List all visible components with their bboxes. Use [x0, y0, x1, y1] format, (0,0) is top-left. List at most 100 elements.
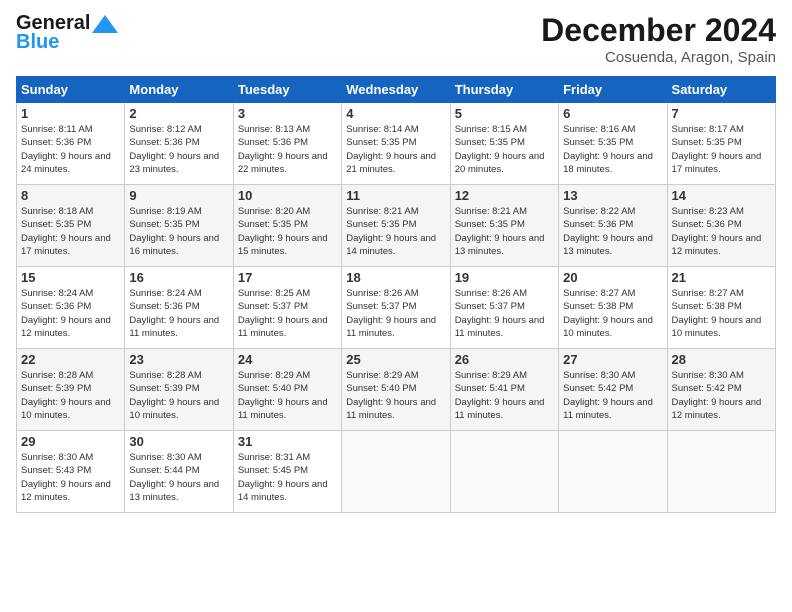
day-number: 15: [21, 270, 120, 285]
day-info: Sunrise: 8:26 AMSunset: 5:37 PMDaylight:…: [455, 287, 554, 340]
calendar-week-row: 29 Sunrise: 8:30 AMSunset: 5:43 PMDayligh…: [17, 431, 776, 513]
calendar-day-cell: 21Sunrise: 8:27 AMSunset: 5:38 PMDayligh…: [667, 267, 775, 349]
calendar-week-row: 8 Sunrise: 8:18 AMSunset: 5:35 PMDaylight…: [17, 185, 776, 267]
location-subtitle: Cosuenda, Aragon, Spain: [541, 49, 776, 66]
day-info: Sunrise: 8:19 AMSunset: 5:35 PMDaylight:…: [129, 205, 228, 258]
day-info: Sunrise: 8:17 AMSunset: 5:35 PMDaylight:…: [672, 123, 771, 176]
calendar-day-cell: 24 Sunrise: 8:29 AMSunset: 5:40 PMDayligh…: [233, 349, 341, 431]
day-info: Sunrise: 8:27 AMSunset: 5:38 PMDaylight:…: [563, 287, 662, 340]
day-number: 25: [346, 352, 445, 367]
calendar-day-cell: 22 Sunrise: 8:28 AMSunset: 5:39 PMDayligh…: [17, 349, 125, 431]
calendar-day-cell: 1Sunrise: 8:11 AMSunset: 5:36 PMDaylight…: [17, 103, 125, 185]
calendar-day-header: Saturday: [667, 77, 775, 103]
calendar-day-cell: 8 Sunrise: 8:18 AMSunset: 5:35 PMDaylight…: [17, 185, 125, 267]
calendar-day-header: Tuesday: [233, 77, 341, 103]
day-number: 8: [21, 188, 120, 203]
calendar-day-cell: 7 Sunrise: 8:17 AMSunset: 5:35 PMDaylight…: [667, 103, 775, 185]
page-container: General Blue December 2024 Cosuenda, Ara…: [0, 0, 792, 521]
day-number: 27: [563, 352, 662, 367]
calendar-day-cell: 18 Sunrise: 8:26 AMSunset: 5:37 PMDayligh…: [342, 267, 450, 349]
calendar-day-cell: 25 Sunrise: 8:29 AMSunset: 5:40 PMDayligh…: [342, 349, 450, 431]
day-number: 13: [563, 188, 662, 203]
calendar-day-cell: 5 Sunrise: 8:15 AMSunset: 5:35 PMDaylight…: [450, 103, 558, 185]
day-info: Sunrise: 8:26 AMSunset: 5:37 PMDaylight:…: [346, 287, 445, 340]
day-info: Sunrise: 8:29 AMSunset: 5:40 PMDaylight:…: [346, 369, 445, 422]
calendar-day-cell: 28 Sunrise: 8:30 AMSunset: 5:42 PMDayligh…: [667, 349, 775, 431]
day-number: 26: [455, 352, 554, 367]
calendar-day-header: Monday: [125, 77, 233, 103]
day-number: 3: [238, 106, 337, 121]
day-number: 20: [563, 270, 662, 285]
day-info: Sunrise: 8:21 AMSunset: 5:35 PMDaylight:…: [455, 205, 554, 258]
day-number: 7: [672, 106, 771, 121]
day-info: Sunrise: 8:30 AMSunset: 5:42 PMDaylight:…: [672, 369, 771, 422]
calendar-day-cell: 20 Sunrise: 8:27 AMSunset: 5:38 PMDayligh…: [559, 267, 667, 349]
day-info: Sunrise: 8:12 AMSunset: 5:36 PMDaylight:…: [129, 123, 228, 176]
day-number: 18: [346, 270, 445, 285]
calendar-day-cell: 29 Sunrise: 8:30 AMSunset: 5:43 PMDayligh…: [17, 431, 125, 513]
day-number: 21: [672, 270, 771, 285]
calendar-day-cell: 9Sunrise: 8:19 AMSunset: 5:35 PMDaylight…: [125, 185, 233, 267]
calendar-day-cell: 14 Sunrise: 8:23 AMSunset: 5:36 PMDayligh…: [667, 185, 775, 267]
day-number: 16: [129, 270, 228, 285]
day-number: 22: [21, 352, 120, 367]
day-number: 10: [238, 188, 337, 203]
day-number: 31: [238, 434, 337, 449]
day-info: Sunrise: 8:18 AMSunset: 5:35 PMDaylight:…: [21, 205, 120, 258]
calendar-day-cell: 11Sunrise: 8:21 AMSunset: 5:35 PMDayligh…: [342, 185, 450, 267]
day-number: 14: [672, 188, 771, 203]
day-number: 5: [455, 106, 554, 121]
calendar-day-cell: [559, 431, 667, 513]
day-info: Sunrise: 8:14 AMSunset: 5:35 PMDaylight:…: [346, 123, 445, 176]
day-info: Sunrise: 8:11 AMSunset: 5:36 PMDaylight:…: [21, 123, 120, 176]
day-info: Sunrise: 8:25 AMSunset: 5:37 PMDaylight:…: [238, 287, 337, 340]
calendar-day-header: Wednesday: [342, 77, 450, 103]
day-info: Sunrise: 8:24 AMSunset: 5:36 PMDaylight:…: [21, 287, 120, 340]
day-number: 6: [563, 106, 662, 121]
day-info: Sunrise: 8:30 AMSunset: 5:43 PMDaylight:…: [21, 451, 120, 504]
day-number: 28: [672, 352, 771, 367]
calendar-day-cell: 17 Sunrise: 8:25 AMSunset: 5:37 PMDayligh…: [233, 267, 341, 349]
calendar-day-cell: 12 Sunrise: 8:21 AMSunset: 5:35 PMDayligh…: [450, 185, 558, 267]
day-number: 30: [129, 434, 228, 449]
calendar-day-header: Sunday: [17, 77, 125, 103]
day-info: Sunrise: 8:20 AMSunset: 5:35 PMDaylight:…: [238, 205, 337, 258]
calendar-day-cell: 26 Sunrise: 8:29 AMSunset: 5:41 PMDayligh…: [450, 349, 558, 431]
month-title: December 2024: [541, 12, 776, 49]
day-number: 4: [346, 106, 445, 121]
day-number: 11: [346, 188, 445, 203]
day-number: 29: [21, 434, 120, 449]
day-info: Sunrise: 8:28 AMSunset: 5:39 PMDaylight:…: [21, 369, 120, 422]
day-info: Sunrise: 8:29 AMSunset: 5:41 PMDaylight:…: [455, 369, 554, 422]
calendar-day-cell: 13 Sunrise: 8:22 AMSunset: 5:36 PMDayligh…: [559, 185, 667, 267]
day-number: 2: [129, 106, 228, 121]
day-number: 23: [129, 352, 228, 367]
calendar-day-cell: 23Sunrise: 8:28 AMSunset: 5:39 PMDayligh…: [125, 349, 233, 431]
day-info: Sunrise: 8:29 AMSunset: 5:40 PMDaylight:…: [238, 369, 337, 422]
day-info: Sunrise: 8:22 AMSunset: 5:36 PMDaylight:…: [563, 205, 662, 258]
calendar-header-row: SundayMondayTuesdayWednesdayThursdayFrid…: [17, 77, 776, 103]
day-number: 24: [238, 352, 337, 367]
day-info: Sunrise: 8:15 AMSunset: 5:35 PMDaylight:…: [455, 123, 554, 176]
logo-blue: Blue: [16, 31, 59, 54]
day-info: Sunrise: 8:30 AMSunset: 5:44 PMDaylight:…: [129, 451, 228, 504]
calendar-week-row: 15 Sunrise: 8:24 AMSunset: 5:36 PMDayligh…: [17, 267, 776, 349]
calendar-week-row: 1Sunrise: 8:11 AMSunset: 5:36 PMDaylight…: [17, 103, 776, 185]
calendar-day-cell: 3 Sunrise: 8:13 AMSunset: 5:36 PMDaylight…: [233, 103, 341, 185]
day-info: Sunrise: 8:13 AMSunset: 5:36 PMDaylight:…: [238, 123, 337, 176]
calendar-week-row: 22 Sunrise: 8:28 AMSunset: 5:39 PMDayligh…: [17, 349, 776, 431]
day-info: Sunrise: 8:23 AMSunset: 5:36 PMDaylight:…: [672, 205, 771, 258]
calendar-day-cell: [667, 431, 775, 513]
calendar-day-cell: 10 Sunrise: 8:20 AMSunset: 5:35 PMDayligh…: [233, 185, 341, 267]
calendar-day-cell: 30 Sunrise: 8:30 AMSunset: 5:44 PMDayligh…: [125, 431, 233, 513]
calendar-day-cell: 6Sunrise: 8:16 AMSunset: 5:35 PMDaylight…: [559, 103, 667, 185]
title-block: December 2024 Cosuenda, Aragon, Spain: [541, 12, 776, 66]
calendar-day-cell: [342, 431, 450, 513]
day-number: 17: [238, 270, 337, 285]
day-number: 19: [455, 270, 554, 285]
calendar-day-header: Thursday: [450, 77, 558, 103]
calendar-day-cell: 31 Sunrise: 8:31 AMSunset: 5:45 PMDayligh…: [233, 431, 341, 513]
day-info: Sunrise: 8:31 AMSunset: 5:45 PMDaylight:…: [238, 451, 337, 504]
day-number: 12: [455, 188, 554, 203]
calendar-day-cell: 27Sunrise: 8:30 AMSunset: 5:42 PMDayligh…: [559, 349, 667, 431]
